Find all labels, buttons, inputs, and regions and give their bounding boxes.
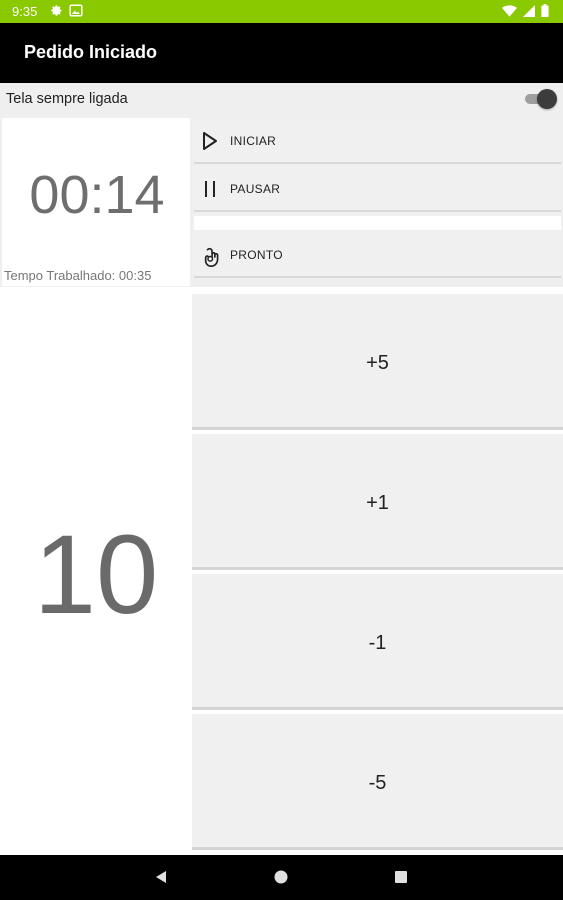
settings-icon [50, 4, 63, 22]
plus-one-button[interactable]: +1 [192, 434, 563, 570]
status-icons-right [502, 4, 549, 22]
timer-section: 00:14 Tempo Trabalhado: 00:35 INICIAR PA… [0, 116, 563, 287]
ready-button-label: PRONTO [230, 248, 283, 262]
counter-section: 10 +5 +1 -1 -5 [0, 288, 563, 855]
battery-icon [541, 4, 549, 22]
start-button-label: INICIAR [230, 134, 277, 148]
image-notification-icon [69, 4, 83, 22]
start-button[interactable]: INICIAR [194, 118, 561, 164]
timer-panel: 00:14 Tempo Trabalhado: 00:35 [2, 118, 190, 286]
plus-five-button[interactable]: +5 [192, 294, 563, 430]
status-icons-left [50, 4, 83, 22]
pause-button-label: PAUSAR [230, 182, 281, 196]
keep-screen-on-row: Tela sempre ligada [0, 83, 563, 116]
minus-five-button[interactable]: -5 [192, 714, 563, 850]
minus-one-label: -1 [368, 632, 387, 654]
toggle-thumb [537, 89, 557, 109]
counter-display: 10 [33, 512, 159, 637]
navigation-bar [0, 855, 563, 900]
ok-hand-icon [202, 245, 220, 267]
recents-icon[interactable] [394, 870, 408, 889]
minus-five-label: -5 [368, 772, 387, 794]
pause-button[interactable]: PAUSAR [194, 166, 561, 212]
worked-time-label: Tempo Trabalhado: 00:35 [4, 268, 152, 283]
button-divider [194, 216, 561, 230]
keep-screen-on-toggle[interactable] [523, 89, 557, 109]
plus-one-label: +1 [366, 492, 389, 514]
minus-one-button[interactable]: -1 [192, 574, 563, 710]
plus-five-label: +5 [366, 352, 389, 374]
back-icon[interactable] [153, 869, 169, 890]
keep-screen-on-label: Tela sempre ligada [6, 91, 128, 107]
page-title: Pedido Iniciado [24, 42, 158, 62]
timer-display: 00:14 [29, 165, 165, 225]
ready-button[interactable]: PRONTO [194, 232, 561, 278]
status-bar: 9:35 [0, 0, 563, 23]
home-icon[interactable] [273, 869, 289, 890]
signal-icon [523, 4, 535, 22]
app-bar: Pedido Iniciado [0, 23, 563, 83]
play-icon [202, 131, 220, 151]
pause-icon [202, 179, 220, 199]
wifi-icon [502, 4, 517, 22]
status-time: 9:35 [12, 4, 38, 19]
